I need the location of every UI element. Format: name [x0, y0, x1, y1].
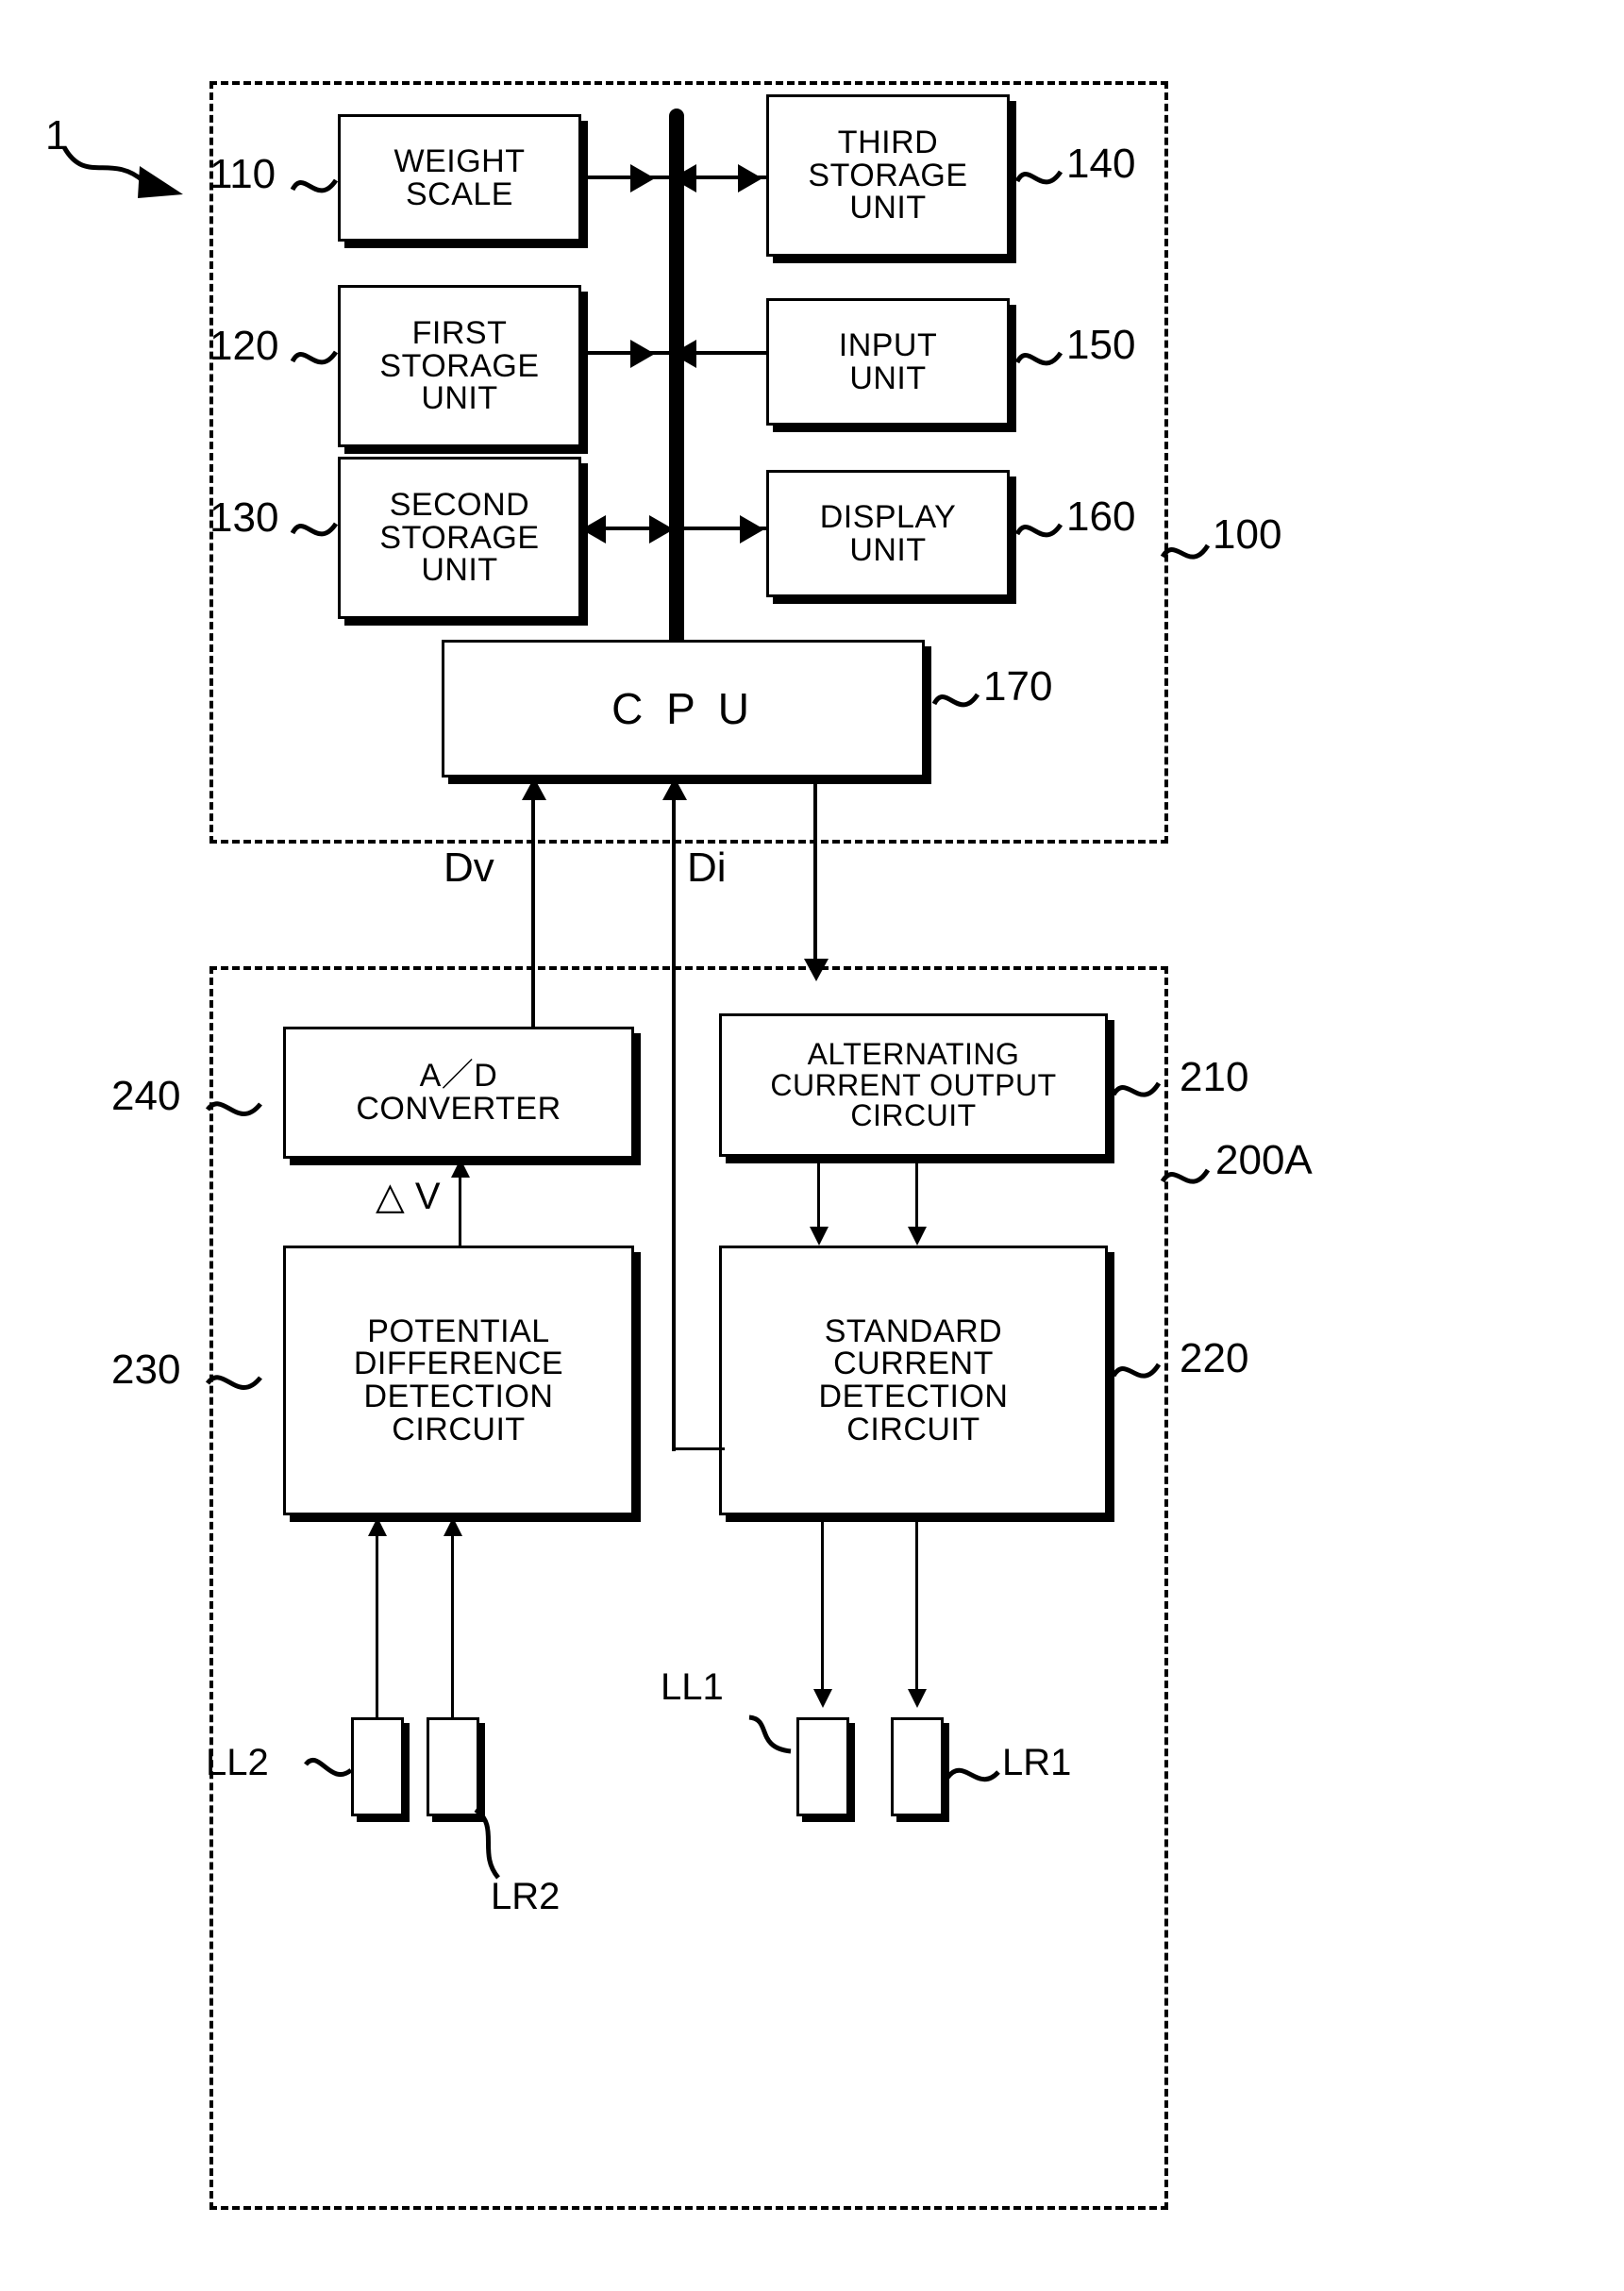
line-delta-v — [459, 1170, 461, 1247]
signal-delta-v-label: △ V — [376, 1176, 441, 1217]
line-lr2-to-potential — [451, 1534, 454, 1719]
electrode-lr1-label: LR1 — [1002, 1742, 1072, 1783]
electrode-ll1-label: LL1 — [661, 1666, 724, 1708]
arrow-bus-to-third — [738, 164, 762, 192]
electrode-ll2-leader — [304, 1757, 353, 1778]
block-third-storage-label: THIRD STORAGE UNIT — [808, 124, 968, 226]
ref-210: 210 — [1180, 1054, 1249, 1100]
block-weight-scale-label: WEIGHT SCALE — [393, 142, 526, 212]
block-weight-scale[interactable]: WEIGHT SCALE — [338, 114, 581, 242]
ref-140: 140 — [1066, 141, 1136, 187]
block-input-unit[interactable]: INPUT UNIT — [766, 298, 1010, 426]
block-ac-output-circuit-label: ALTERNATING CURRENT OUTPUT CIRCUIT — [770, 1037, 1057, 1133]
arrow-bus-to-display — [740, 515, 764, 543]
arrow-ll2-up — [368, 1517, 387, 1536]
arrow-dv-up — [522, 778, 546, 800]
line-std-to-ll1 — [821, 1521, 824, 1697]
arrow-delta-v-up — [451, 1159, 470, 1178]
block-potential-difference[interactable]: POTENTIAL DIFFERENCE DETECTION CIRCUIT — [283, 1246, 634, 1515]
ref-150-leader — [1014, 351, 1063, 366]
ref-230-leader — [205, 1375, 262, 1390]
block-potential-difference-label: POTENTIAL DIFFERENCE DETECTION CIRCUIT — [353, 1313, 564, 1447]
block-display-unit[interactable]: DISPLAY UNIT — [766, 470, 1010, 597]
ref-220: 220 — [1180, 1335, 1249, 1381]
ref-240: 240 — [111, 1073, 181, 1119]
block-first-storage[interactable]: FIRST STORAGE UNIT — [338, 285, 581, 447]
group-200A-ref: 200A — [1215, 1137, 1313, 1183]
arrow-second-from-bus — [581, 515, 606, 543]
patent-figure: 1 100 WEIGHT SCALE 110 THIRD STORAGE UNI… — [0, 0, 1624, 2291]
ref-240-leader — [205, 1101, 262, 1116]
ref-130-leader — [290, 522, 339, 537]
arrow-std-to-lr1 — [908, 1689, 927, 1708]
ref-160: 160 — [1066, 493, 1136, 540]
block-display-unit-label: DISPLAY UNIT — [819, 498, 957, 568]
block-standard-current[interactable]: STANDARD CURRENT DETECTION CIRCUIT — [719, 1246, 1108, 1515]
signal-di-label: Di — [687, 844, 727, 891]
signal-dv-label: Dv — [444, 844, 494, 891]
block-third-storage[interactable]: THIRD STORAGE UNIT — [766, 94, 1010, 257]
arrow-std-to-ll1 — [813, 1689, 832, 1708]
arrow-second-to-bus — [649, 515, 674, 543]
arrow-ac-to-std-1 — [810, 1227, 829, 1246]
arrow-di-up — [662, 778, 687, 800]
arrow-ac-to-std-2 — [908, 1227, 927, 1246]
arrow-first-to-bus — [630, 340, 655, 368]
ref-120-leader — [290, 350, 339, 365]
ref-160-leader — [1014, 523, 1063, 538]
arrow-bus-from-third — [672, 164, 696, 192]
ref-110-leader — [290, 178, 339, 193]
electrode-lr2-leader — [474, 1807, 500, 1880]
electrode-ll2-label: LL2 — [206, 1742, 269, 1783]
line-di-branch — [672, 1447, 725, 1450]
ref-170: 170 — [983, 663, 1053, 710]
electrode-lr2[interactable] — [427, 1717, 479, 1816]
ref-170-leader — [931, 693, 980, 708]
ref-150: 150 — [1066, 322, 1136, 368]
block-ac-output-circuit[interactable]: ALTERNATING CURRENT OUTPUT CIRCUIT — [719, 1013, 1108, 1157]
block-ad-converter[interactable]: A／D CONVERTER — [283, 1027, 634, 1159]
block-standard-current-label: STANDARD CURRENT DETECTION CIRCUIT — [818, 1313, 1009, 1447]
line-first-to-bus — [581, 351, 674, 355]
ref-210-leader — [1111, 1081, 1162, 1097]
ref-110: 110 — [209, 151, 276, 197]
ref-120: 120 — [209, 323, 279, 369]
electrode-lr1[interactable] — [891, 1717, 944, 1816]
line-ll2-to-potential — [376, 1534, 378, 1719]
arrow-weight-to-bus — [630, 164, 655, 192]
electrode-lr2-label: LR2 — [491, 1876, 561, 1917]
block-input-unit-label: INPUT UNIT — [838, 326, 938, 396]
block-cpu-label: C P U — [611, 683, 755, 733]
line-std-to-lr1 — [915, 1521, 918, 1697]
overall-ref-leader — [61, 145, 183, 198]
group-200A-leader — [1160, 1168, 1211, 1184]
arrow-lr2-up — [444, 1517, 462, 1536]
block-ad-converter-label: A／D CONVERTER — [356, 1058, 561, 1127]
block-second-storage[interactable]: SECOND STORAGE UNIT — [338, 457, 581, 619]
ref-230: 230 — [111, 1346, 181, 1393]
electrode-ll1-leader — [748, 1714, 792, 1754]
block-second-storage-label: SECOND STORAGE UNIT — [379, 486, 540, 589]
ref-130: 130 — [209, 494, 279, 541]
block-cpu[interactable]: C P U — [442, 640, 925, 778]
arrow-bus-from-input — [672, 340, 696, 368]
group-100-ref: 100 — [1213, 511, 1282, 558]
ref-220-leader — [1111, 1363, 1162, 1379]
ref-140-leader — [1014, 170, 1063, 185]
line-cpu-to-ac — [813, 778, 817, 966]
block-first-storage-label: FIRST STORAGE UNIT — [379, 314, 540, 417]
electrode-lr1-leader — [946, 1767, 1000, 1782]
line-weight-to-bus — [581, 176, 674, 179]
